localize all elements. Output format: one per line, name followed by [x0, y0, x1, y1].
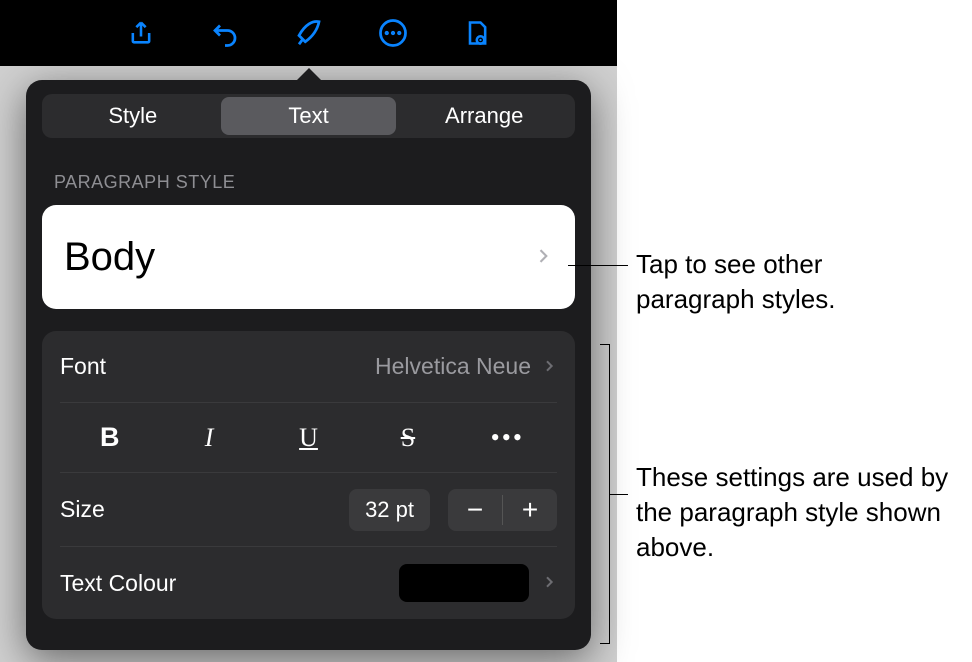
- chevron-right-icon: [533, 241, 553, 273]
- size-row: Size 32 pt − +: [60, 473, 557, 547]
- paragraph-style-heading: PARAGRAPH STYLE: [54, 172, 575, 193]
- document-mode-icon[interactable]: [461, 17, 493, 49]
- chevron-right-icon: [541, 354, 557, 380]
- tab-text[interactable]: Text: [221, 97, 397, 135]
- font-label: Font: [60, 353, 375, 380]
- italic-button[interactable]: I: [159, 423, 258, 453]
- app-panel: Style Text Arrange PARAGRAPH STYLE Body …: [0, 0, 617, 662]
- size-value[interactable]: 32 pt: [349, 489, 430, 531]
- paragraph-style-name: Body: [64, 235, 155, 280]
- more-format-button[interactable]: •••: [458, 423, 557, 453]
- size-stepper: − +: [448, 489, 557, 531]
- size-increase-button[interactable]: +: [503, 489, 557, 531]
- format-popover: Style Text Arrange PARAGRAPH STYLE Body …: [26, 80, 591, 650]
- paragraph-style-picker[interactable]: Body: [42, 205, 575, 309]
- size-label: Size: [60, 496, 339, 523]
- tab-style[interactable]: Style: [45, 97, 221, 135]
- size-decrease-button[interactable]: −: [448, 489, 502, 531]
- more-circle-icon[interactable]: [377, 17, 409, 49]
- chevron-right-icon: [541, 570, 557, 596]
- colour-swatch[interactable]: [399, 564, 529, 602]
- format-buttons-row: B I U S •••: [60, 403, 557, 473]
- format-tabs: Style Text Arrange: [42, 94, 575, 138]
- callout-text-2: These settings are used by the paragraph…: [636, 460, 966, 565]
- text-colour-row[interactable]: Text Colour: [60, 547, 557, 619]
- bold-button[interactable]: B: [60, 422, 159, 453]
- callout-text-1: Tap to see other paragraph styles.: [636, 247, 946, 317]
- format-brush-icon[interactable]: [293, 17, 325, 49]
- strikethrough-button[interactable]: S: [358, 423, 457, 453]
- callout-line-1: [568, 265, 628, 266]
- text-colour-label: Text Colour: [60, 570, 399, 597]
- font-row[interactable]: Font Helvetica Neue: [60, 331, 557, 403]
- share-icon[interactable]: [125, 17, 157, 49]
- font-value: Helvetica Neue: [375, 353, 531, 380]
- underline-button[interactable]: U: [259, 423, 358, 453]
- top-toolbar: [0, 0, 617, 66]
- text-settings-card: Font Helvetica Neue B I U S ••• Size 32 …: [42, 331, 575, 619]
- callout-bracket: [600, 344, 610, 644]
- undo-icon[interactable]: [209, 17, 241, 49]
- tab-arrange[interactable]: Arrange: [396, 97, 572, 135]
- callout-line-2: [610, 494, 628, 495]
